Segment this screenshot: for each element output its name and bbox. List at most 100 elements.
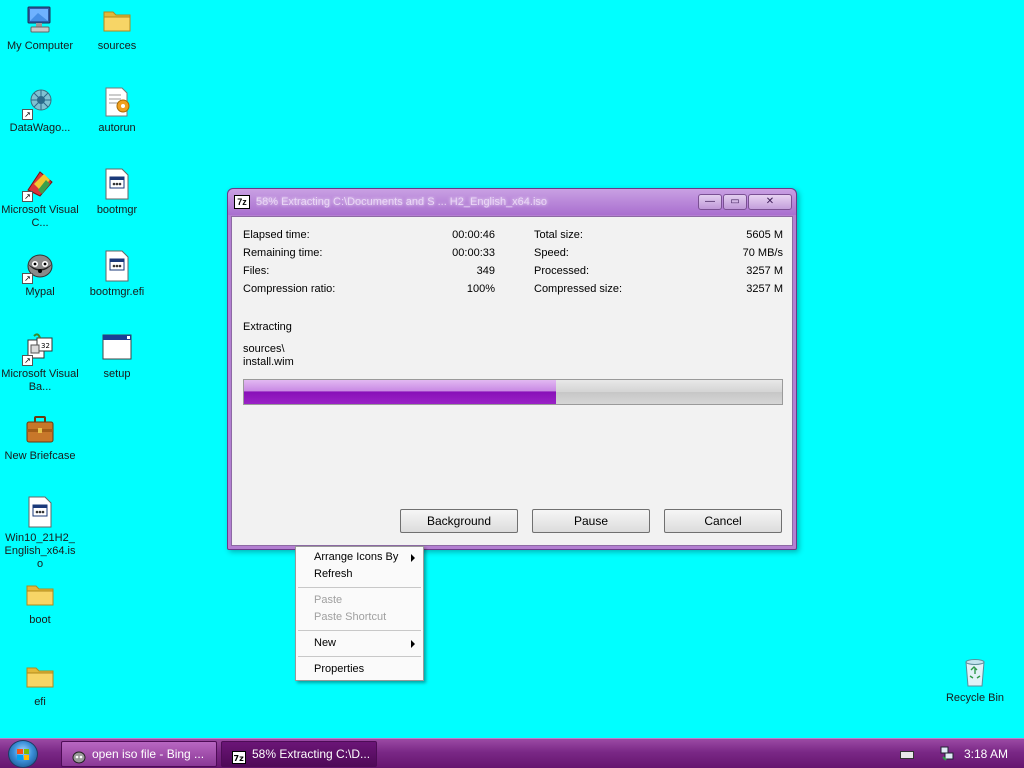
total-size-value: 5605 M [746, 229, 783, 241]
desktop-icon-visual-c[interactable]: ↗ Microsoft Visual C... [0, 168, 80, 230]
desktop-icon-datawagon[interactable]: ↗ DataWago... [0, 86, 80, 135]
menu-separator [298, 656, 421, 657]
svg-text:7z: 7z [234, 754, 245, 763]
stat-row: Elapsed time: 00:00:46 Total size: 5605 … [243, 229, 786, 247]
remaining-time-value: 00:00:33 [452, 247, 495, 259]
visual-basic-icon: 32 ↗ [22, 332, 56, 366]
keyboard-icon[interactable] [900, 751, 914, 759]
desktop-icon-label: New Briefcase [4, 450, 76, 462]
start-button[interactable] [8, 740, 38, 768]
7zip-icon: 7z [234, 195, 250, 209]
menu-separator [298, 587, 421, 588]
window-app-icon [101, 332, 133, 364]
dialog-buttons: Background Pause Cancel [400, 509, 782, 533]
desktop-icon-bootmgr[interactable]: bootmgr [77, 168, 157, 217]
autorun-settings-icon [101, 86, 133, 118]
taskbar-button-label: 58% Extracting C:\D... [252, 747, 371, 761]
svg-text:32: 32 [41, 342, 50, 350]
recycle-bin-icon [959, 656, 991, 688]
desktop-context-menu: Arrange Icons By Refresh Paste Paste Sho… [295, 546, 424, 681]
files-label: Files: [243, 265, 270, 277]
processed-label: Processed: [534, 265, 590, 277]
elapsed-time-label: Elapsed time: [243, 229, 310, 241]
desktop-icon-label: bootmgr.efi [89, 286, 145, 298]
extraction-progress-dialog: 7z 58% Extracting C:\Documents and S ...… [227, 188, 797, 550]
menu-item-paste-shortcut: Paste Shortcut [296, 609, 423, 626]
file-icon [101, 250, 133, 282]
menu-item-refresh[interactable]: Refresh [296, 566, 423, 583]
visual-c-icon: ↗ [22, 168, 56, 202]
compressed-size-label: Compressed size: [534, 283, 623, 295]
menu-separator [298, 630, 421, 631]
shortcut-arrow-icon: ↗ [22, 191, 33, 202]
menu-item-paste: Paste [296, 592, 423, 609]
folder-icon [24, 660, 56, 692]
desktop-icon-boot[interactable]: boot [0, 578, 80, 627]
desktop-icon-sources[interactable]: sources [77, 4, 157, 53]
menu-item-label: Paste Shortcut [314, 611, 387, 623]
elapsed-time-value: 00:00:46 [452, 229, 495, 241]
desktop-icon-label: autorun [98, 122, 136, 134]
desktop-icon-efi[interactable]: efi [0, 660, 80, 709]
files-value: 349 [476, 265, 495, 277]
clock[interactable]: 3:18 AM [964, 747, 1008, 761]
speed-value: 70 MB/s [742, 247, 783, 259]
taskbar-button-browser[interactable]: open iso file - Bing ... [61, 741, 217, 767]
compressed-size-value: 3257 M [746, 283, 783, 295]
7zip-icon: 7z [232, 748, 246, 764]
dialog-title: 58% Extracting C:\Documents and S ... H2… [256, 196, 548, 208]
progress-bar [243, 379, 783, 405]
computer-icon [24, 4, 56, 36]
desktop-icon-label: bootmgr [96, 204, 138, 216]
submenu-arrow-icon [411, 640, 415, 648]
briefcase-icon [24, 414, 56, 446]
desktop-icon-visual-basic[interactable]: 32 ↗ Microsoft Visual Ba... [0, 332, 80, 394]
stats-panel: Elapsed time: 00:00:46 Total size: 5605 … [243, 229, 786, 301]
pause-button[interactable]: Pause [532, 509, 650, 533]
background-button[interactable]: Background [400, 509, 518, 533]
menu-item-label: Paste [314, 594, 343, 606]
desktop-icon-setup[interactable]: setup [77, 332, 157, 381]
desktop-icon-bootmgr-efi[interactable]: bootmgr.efi [77, 250, 157, 299]
desktop-icon-new-briefcase[interactable]: New Briefcase [0, 414, 80, 463]
window-buttons: — ▭ ✕ [698, 194, 792, 210]
desktop-icon-label: boot [29, 614, 51, 626]
desktop-icon-label: My Computer [6, 40, 74, 52]
menu-item-label: Properties [314, 663, 365, 675]
desktop-icon-autorun[interactable]: autorun [77, 86, 157, 135]
mypal-browser-icon [72, 748, 86, 764]
menu-item-properties[interactable]: Properties [296, 661, 423, 678]
maximize-button[interactable]: ▭ [723, 194, 747, 210]
file-icon [101, 168, 133, 200]
system-tray: 3:18 AM [884, 739, 1024, 768]
taskbar: open iso file - Bing ... 7z 58% Extracti… [0, 738, 1024, 768]
menu-item-label: Refresh [314, 568, 353, 580]
menu-item-new[interactable]: New [296, 635, 423, 652]
progress-bar-fill [244, 380, 557, 404]
desktop-icon-label: setup [103, 368, 131, 380]
cancel-button[interactable]: Cancel [664, 509, 782, 533]
compression-ratio-label: Compression ratio: [243, 283, 336, 295]
taskbar-button-label: open iso file - Bing ... [92, 747, 205, 761]
desktop-icon-mypal[interactable]: ↗ Mypal [0, 250, 80, 299]
desktop-icon-recycle-bin[interactable]: Recycle Bin [935, 656, 1015, 705]
taskbar-button-7zip[interactable]: 7z 58% Extracting C:\D... [221, 741, 377, 767]
compression-ratio-value: 100% [466, 283, 495, 295]
desktop-icon-label: DataWago... [9, 122, 71, 134]
menu-item-label: Arrange Icons By [314, 551, 399, 563]
desktop-icon-my-computer[interactable]: My Computer [0, 4, 80, 53]
menu-item-arrange-icons-by[interactable]: Arrange Icons By [296, 549, 423, 566]
stat-row: Files: 349 Processed: 3257 M [243, 265, 786, 283]
dialog-title-bar[interactable]: 7z 58% Extracting C:\Documents and S ...… [228, 189, 796, 215]
desktop-icon-label: Microsoft Visual Ba... [1, 368, 79, 393]
shortcut-arrow-icon: ↗ [22, 273, 33, 284]
desktop-icon-label: Mypal [25, 286, 55, 298]
processed-value: 3257 M [746, 265, 783, 277]
network-icon[interactable] [940, 745, 954, 761]
minimize-button[interactable]: — [698, 194, 722, 210]
close-button[interactable]: ✕ [748, 194, 792, 210]
folder-icon [101, 4, 133, 36]
datawagon-icon: ↗ [22, 86, 56, 120]
desktop-icon-win10-iso[interactable]: Win10_21H2_English_x64.iso [0, 496, 80, 571]
desktop-icon-label: sources [97, 40, 137, 52]
